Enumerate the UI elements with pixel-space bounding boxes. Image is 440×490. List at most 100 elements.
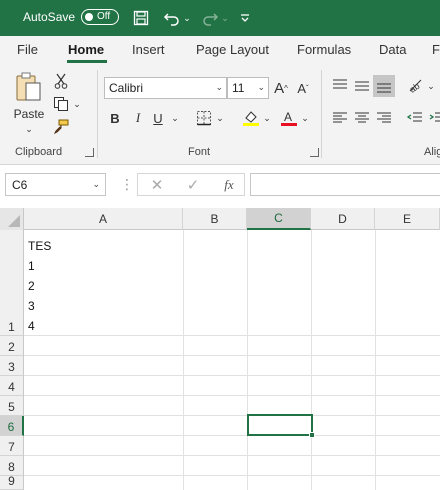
column-header-b[interactable]: B [183,208,247,230]
row-header-3[interactable]: 3 [0,356,24,376]
active-tab-indicator [67,60,107,63]
underline-button[interactable]: U [150,108,166,128]
paste-dropdown-icon[interactable]: ⌄ [23,124,35,134]
tab-page-layout[interactable]: Page Layout [196,42,269,57]
tab-data[interactable]: Data [379,42,406,57]
row-header-7[interactable]: 7 [0,436,24,456]
group-separator [97,70,98,158]
align-center-icon[interactable] [353,109,371,127]
font-size-dropdown-icon[interactable]: ⌄ [257,82,265,93]
clipboard-group-label: Clipboard [15,146,63,158]
top-align-icon[interactable] [331,76,349,94]
middle-align-icon[interactable] [353,76,371,94]
underline-dropdown-icon[interactable]: ⌄ [170,111,180,125]
grid-line [24,455,440,456]
tab-insert[interactable]: Insert [132,42,165,57]
tab-formulas[interactable]: Formulas [297,42,351,57]
cell-a1-line-4: 3 [28,299,35,313]
font-group-label: Font [188,146,211,158]
name-box-dropdown-icon[interactable]: ⌄ [92,179,100,190]
autosave-toggle[interactable]: Off [81,9,119,25]
font-name-box[interactable]: Calibri ⌄ [104,77,227,99]
select-all-icon [8,215,20,227]
row-header-9[interactable]: 9 [0,474,24,490]
column-header-c[interactable]: C [247,208,311,230]
save-icon[interactable] [131,8,151,28]
bold-button[interactable]: B [107,108,123,128]
cell-a1-line-5: 4 [28,319,35,333]
undo-icon[interactable] [161,8,183,28]
customize-toolbar-icon[interactable] [238,8,252,28]
row-header-6[interactable]: 6 [0,416,24,436]
row-header-1[interactable]: 1 [0,230,24,336]
increase-font-size-icon[interactable]: A ^ [272,77,290,99]
row-header-2[interactable]: 2 [0,336,24,356]
cut-icon[interactable] [52,72,70,90]
increase-indent-icon[interactable] [428,109,440,127]
tab-overflow[interactable]: F [432,42,440,57]
fill-color-icon[interactable] [241,108,261,128]
borders-dropdown-icon[interactable]: ⌄ [215,111,225,125]
copy-dropdown-icon[interactable]: ⌄ [72,98,82,110]
column-header-e[interactable]: E [375,208,440,230]
cancel-icon[interactable]: ✕ [148,176,166,194]
alignment-group-label: Alig [424,146,440,158]
insert-function-button[interactable]: fx [218,176,240,194]
autosave-state: Off [97,11,111,22]
group-separator [321,70,322,158]
grid-line [24,375,440,376]
grid-line [375,230,376,490]
grid-line [247,230,248,490]
active-cell-c6[interactable] [247,414,313,436]
enter-icon[interactable]: ✓ [184,176,202,194]
clipboard-launcher-icon[interactable] [85,148,94,157]
font-name-dropdown-icon[interactable]: ⌄ [215,82,223,93]
grid-line [24,475,440,476]
name-box-value: C6 [12,178,28,192]
row-header-4[interactable]: 4 [0,376,24,396]
title-bar: AutoSave Off ⌄ ⌄ [0,0,440,36]
undo-dropdown-icon[interactable]: ⌄ [182,8,192,28]
grid-line [24,335,440,336]
tab-home[interactable]: Home [68,42,104,57]
orientation-dropdown-icon[interactable]: ⌄ [426,80,436,92]
toggle-knob [85,13,93,21]
formula-bar: C6 ⌄ ⋮ ✕ ✓ fx [0,165,440,203]
copy-icon[interactable] [52,95,70,113]
select-all-button[interactable] [0,208,24,230]
formula-input[interactable] [250,173,440,196]
name-box[interactable]: C6 ⌄ [5,173,106,196]
column-header-row: A B C D E [0,208,440,230]
tab-file[interactable]: File [17,42,38,57]
cell-a1-line-2: 1 [28,259,35,273]
orientation-icon[interactable]: ab [406,76,424,94]
grid-line [24,395,440,396]
fill-handle[interactable] [309,432,315,438]
formula-buttons: ✕ ✓ fx [137,173,245,196]
ribbon-tabs: File Home Insert Page Layout Formulas Da… [0,36,440,64]
paste-label[interactable]: Paste [12,106,46,122]
italic-button[interactable]: I [130,108,146,128]
align-right-icon[interactable] [375,109,393,127]
worksheet-grid[interactable]: A B C D E 1 2 3 4 5 6 7 8 9 TES 1 2 3 4 [0,203,440,490]
decrease-indent-icon[interactable] [406,109,424,127]
row-header-5[interactable]: 5 [0,396,24,416]
grid-line [24,435,440,436]
font-color-dropdown-icon[interactable]: ⌄ [300,111,310,125]
decrease-font-size-icon[interactable]: Aˇ [294,77,312,99]
font-size-box[interactable]: 11 ⌄ [227,77,269,99]
formula-bar-grip-icon[interactable]: ⋮ [120,176,134,193]
font-launcher-icon[interactable] [310,148,319,157]
format-painter-icon[interactable] [52,118,70,136]
fill-color-dropdown-icon[interactable]: ⌄ [262,111,272,125]
borders-icon[interactable] [195,109,213,127]
align-left-icon[interactable] [331,109,349,127]
redo-dropdown-icon[interactable]: ⌄ [220,8,230,28]
paste-icon[interactable] [12,70,46,104]
column-header-a[interactable]: A [24,208,183,230]
redo-icon[interactable] [199,8,221,28]
font-color-icon[interactable]: A [279,108,299,128]
column-header-d[interactable]: D [311,208,375,230]
row-header-8[interactable]: 8 [0,456,24,476]
bottom-align-icon[interactable] [373,75,395,97]
